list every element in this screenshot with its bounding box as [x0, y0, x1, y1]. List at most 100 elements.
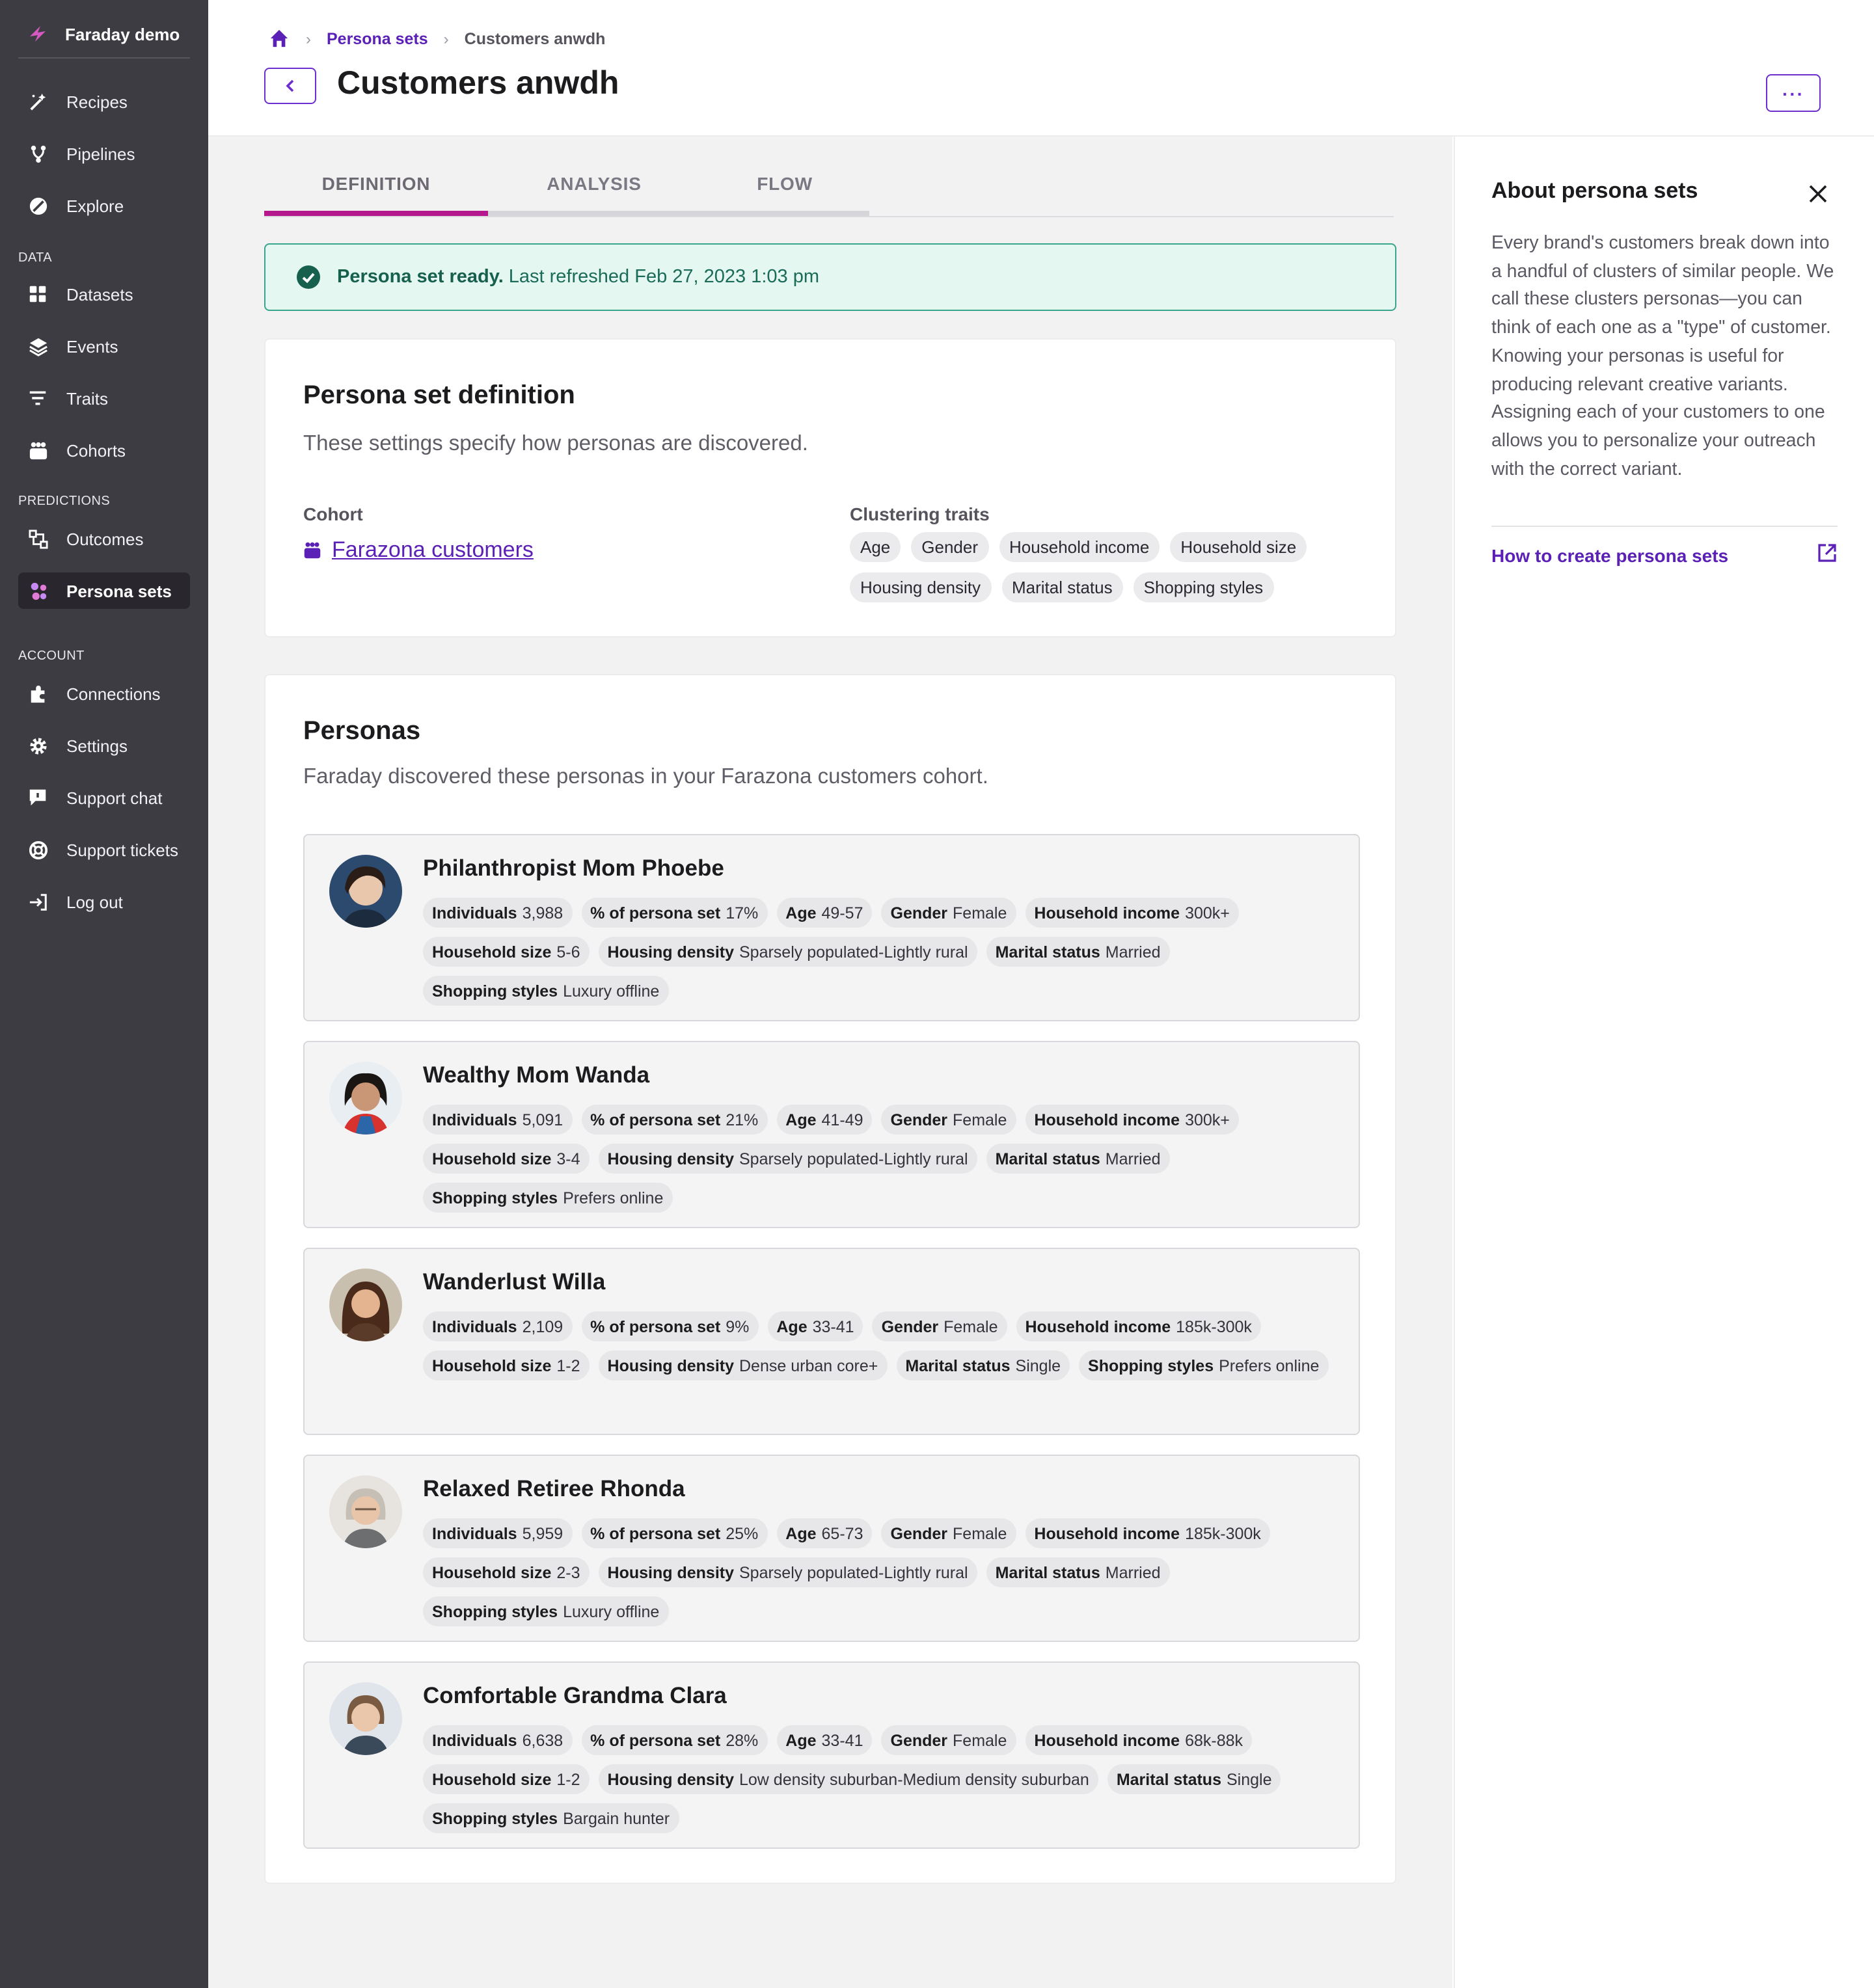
home-icon[interactable] — [269, 29, 290, 49]
refresh-timestamp: Last refreshed Feb 27, 2023 1:03 pm — [508, 267, 819, 288]
more-options-button[interactable]: ··· — [1766, 74, 1821, 112]
sidebar-item-outcomes[interactable]: Outcomes — [18, 520, 190, 557]
chat-icon — [27, 787, 48, 808]
tab-definition[interactable]: DEFINITION — [264, 156, 488, 216]
sidebar-item-support-tickets[interactable]: Support tickets — [18, 831, 190, 868]
persona-attribute-tag: Household size 5-6 — [423, 937, 590, 967]
attribute-key: Individuals — [432, 1524, 517, 1542]
attribute-value: 185k-300k — [1185, 1524, 1261, 1542]
attribute-key: Household size — [432, 1563, 552, 1581]
persona-attribute-tag: Age 33-41 — [767, 1311, 863, 1341]
persona-attribute-tag: Gender Female — [881, 1105, 1016, 1135]
attribute-key: % of persona set — [590, 1731, 721, 1749]
status-text: Persona set ready. — [337, 267, 504, 288]
close-icon[interactable] — [1808, 183, 1828, 204]
trait-chip: Age — [850, 532, 901, 562]
attribute-value: 5-6 — [556, 943, 580, 961]
attribute-key: Housing density — [607, 1563, 734, 1581]
sidebar-item-support-chat[interactable]: Support chat — [18, 779, 190, 816]
persona-attribute-tag: Household income 185k-300k — [1025, 1518, 1270, 1548]
persona-attribute-tag: Household size 1-2 — [423, 1764, 590, 1794]
persona-attribute-tag: % of persona set 28% — [581, 1725, 768, 1755]
persona-name: Relaxed Retiree Rhonda — [423, 1475, 685, 1501]
attribute-key: Shopping styles — [432, 1602, 558, 1620]
persona-attribute-tag: % of persona set 17% — [581, 898, 768, 928]
sidebar-item-connections[interactable]: Connections — [18, 675, 190, 712]
sidebar-item-settings[interactable]: Settings — [18, 727, 190, 764]
attribute-value: 33-41 — [821, 1731, 863, 1749]
cohort-link[interactable]: Farazona customers — [303, 537, 534, 563]
sidebar-item-label: Settings — [66, 736, 128, 755]
sidebar-item-label: Persona sets — [66, 581, 172, 600]
attribute-value: 25% — [726, 1524, 759, 1542]
persona-name: Wanderlust Willa — [423, 1269, 606, 1295]
attribute-value: Prefers online — [563, 1189, 664, 1207]
help-panel-divider — [1491, 526, 1838, 527]
persona-card[interactable]: Wealthy Mom Wanda Individuals 5,091 % of p… — [303, 1041, 1360, 1228]
tab-flow[interactable]: FLOW — [700, 156, 869, 216]
persona-attribute-tag: Age 49-57 — [776, 898, 873, 928]
persona-card[interactable]: Relaxed Retiree Rhonda Individuals 5,959%… — [303, 1455, 1360, 1642]
gear-icon — [27, 735, 48, 756]
attribute-value: Sparsely populated-Lightly rural — [739, 1149, 968, 1168]
back-button[interactable] — [264, 68, 316, 104]
sidebar-item-pipelines[interactable]: Pipelines — [18, 135, 190, 172]
sidebar-item-traits[interactable]: Traits — [18, 380, 190, 416]
attribute-key: Gender — [890, 1524, 948, 1542]
persona-card[interactable]: Philanthropist Mom Phoebe Individuals 3,9… — [303, 834, 1360, 1021]
brand[interactable]: Faraday demo — [18, 10, 190, 59]
persona-attribute-tag: Gender Female — [881, 898, 1016, 928]
sidebar-item-label: Recipes — [66, 92, 128, 111]
persona-attribute-tag: Marital status Married — [986, 1144, 1170, 1174]
persona-attribute-tag: Individuals 5,959 — [423, 1518, 573, 1548]
trait-chip: Housing density — [850, 572, 991, 602]
attribute-key: Housing density — [607, 1770, 734, 1788]
persona-attribute-tag: Household size 2-3 — [423, 1557, 590, 1587]
sidebar-item-events[interactable]: Events — [18, 328, 190, 364]
attribute-value: 5,091 — [522, 1110, 564, 1129]
persona-attribute-tag: Age 41-49 — [776, 1105, 873, 1135]
breadcrumb-persona-sets[interactable]: Persona sets — [327, 30, 428, 48]
cohort-name: Farazona customers — [332, 537, 534, 562]
persona-name: Philanthropist Mom Phoebe — [423, 855, 724, 881]
persona-card[interactable]: Comfortable Grandma Clara Individuals 6,6… — [303, 1661, 1360, 1849]
attribute-key: Marital status — [995, 943, 1100, 961]
sidebar-item-recipes[interactable]: Recipes — [18, 83, 190, 120]
breadcrumb-separator: › — [306, 30, 311, 48]
sidebar-item-persona-sets[interactable]: Persona sets — [18, 572, 190, 609]
trait-chip: Marital status — [1001, 572, 1123, 602]
sidebar-item-log-out[interactable]: Log out — [18, 883, 190, 920]
tab-analysis[interactable]: ANALYSIS — [488, 156, 700, 216]
attribute-value: Female — [953, 1731, 1007, 1749]
persona-avatar — [329, 1475, 402, 1548]
sidebar-item-label: Log out — [66, 892, 123, 911]
persona-attribute-tag: Marital status Married — [986, 937, 1170, 967]
sidebar-item-label: Explore — [66, 196, 124, 215]
sidebar-item-cohorts[interactable]: Cohorts — [18, 432, 190, 468]
people-icon — [304, 542, 321, 559]
personas-title: Personas — [303, 717, 421, 746]
attribute-key: Housing density — [607, 1356, 734, 1375]
persona-attribute-tag: Housing density Low density suburban-Medi… — [598, 1764, 1098, 1794]
sidebar-item-label: Traits — [66, 388, 109, 408]
attribute-value: 1-2 — [556, 1356, 580, 1375]
section-data: DATA — [18, 251, 52, 265]
clustering-traits-label: Clustering traits — [850, 504, 990, 524]
sidebar-item-datasets[interactable]: Datasets — [18, 276, 190, 312]
trait-chip: Gender — [911, 532, 989, 562]
how-to-link[interactable]: How to create persona sets — [1491, 545, 1728, 566]
sidebar-item-label: Events — [66, 336, 118, 356]
attribute-key: Household size — [432, 1770, 552, 1788]
attribute-key: Marital status — [995, 1563, 1100, 1581]
attribute-key: Shopping styles — [432, 1809, 558, 1827]
external-link-icon[interactable] — [1817, 543, 1838, 563]
attribute-key: Age — [785, 1110, 817, 1129]
persona-attribute-tag: Gender Female — [872, 1311, 1007, 1341]
persona-attribute-tag: Household income 68k-88k — [1025, 1725, 1253, 1755]
attribute-key: Age — [785, 1731, 817, 1749]
sidebar-item-explore[interactable]: Explore — [18, 187, 190, 224]
persona-card[interactable]: Wanderlust Willa Individuals 2,109 % of pe… — [303, 1248, 1360, 1435]
attribute-key: Household income — [1034, 1731, 1180, 1749]
attribute-key: % of persona set — [590, 1110, 721, 1129]
attribute-value: Dense urban core+ — [739, 1356, 878, 1375]
